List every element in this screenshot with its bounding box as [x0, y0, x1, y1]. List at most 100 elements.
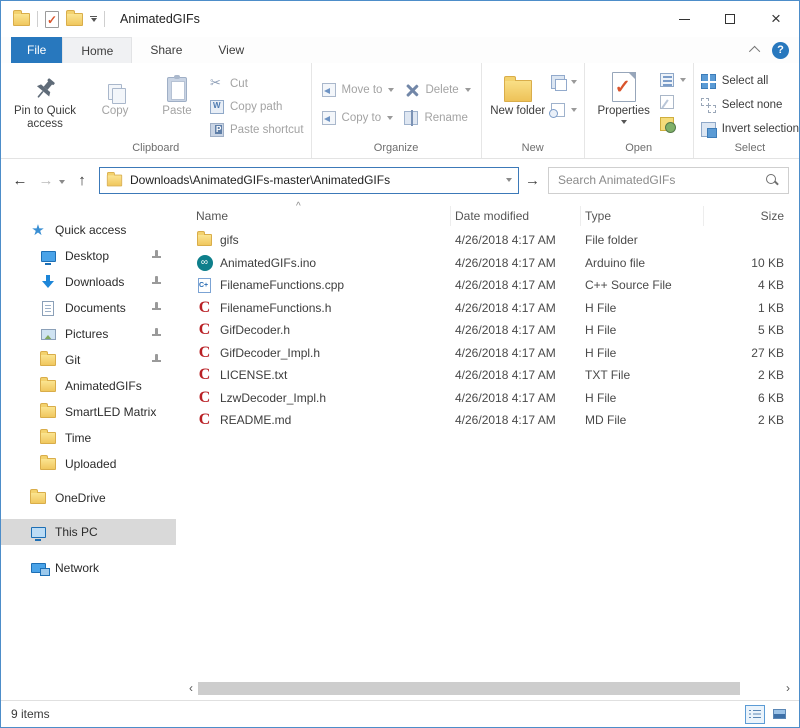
sidebar-item-animatedgifs[interactable]: AnimatedGIFs: [1, 373, 176, 399]
back-icon[interactable]: ←: [11, 172, 29, 189]
window-title: AnimatedGIFs: [120, 12, 200, 26]
delete-x-icon: [404, 83, 419, 98]
edit-icon: [660, 95, 674, 109]
file-row[interactable]: README.md 4/26/2018 4:17 AM MD File 2 KB: [176, 409, 799, 432]
paste-shortcut-button[interactable]: Paste shortcut: [210, 122, 304, 138]
column-header-name[interactable]: Name: [176, 206, 451, 226]
new-folder-label: New folder: [490, 105, 545, 118]
file-row[interactable]: GifDecoder.h 4/26/2018 4:17 AM H File 5 …: [176, 319, 799, 342]
column-header-size[interactable]: Size: [704, 206, 792, 226]
new-folder-button[interactable]: New folder: [489, 68, 547, 118]
sidebar-item-quick-access[interactable]: ★ Quick access: [1, 217, 176, 243]
cpp-file-icon: [196, 277, 213, 293]
forward-icon[interactable]: →: [37, 172, 55, 189]
chevron-down-icon: [387, 116, 393, 120]
address-dropdown-icon[interactable]: [506, 178, 512, 182]
new-item-button[interactable]: [551, 102, 577, 118]
close-button[interactable]: ×: [753, 1, 799, 37]
column-header-date-modified[interactable]: Date modified: [451, 206, 581, 226]
address-bar-row: ← → ↑ Downloads\AnimatedGIFs-master\Anim…: [1, 159, 799, 201]
tab-view[interactable]: View: [200, 37, 262, 63]
new-folder-quick-icon[interactable]: [66, 13, 83, 26]
minimize-button[interactable]: [661, 1, 707, 37]
sidebar-item-desktop[interactable]: Desktop: [1, 243, 176, 269]
sidebar-item-downloads[interactable]: Downloads: [1, 269, 176, 295]
address-box[interactable]: Downloads\AnimatedGIFs-master\AnimatedGI…: [99, 167, 519, 194]
move-to-icon: [322, 83, 336, 97]
sidebar-item-git[interactable]: Git: [1, 347, 176, 373]
tab-file[interactable]: File: [11, 37, 62, 63]
scrollbar-thumb[interactable]: [198, 682, 740, 695]
sidebar-item-pictures[interactable]: Pictures: [1, 321, 176, 347]
select-all-icon: [701, 74, 716, 89]
file-size: 2 KB: [704, 368, 792, 382]
column-header-type[interactable]: Type: [581, 206, 704, 226]
sidebar-item-smartled-matrix[interactable]: SmartLED Matrix: [1, 399, 176, 425]
network-icon: [29, 563, 47, 573]
scrollbar-track[interactable]: [198, 681, 781, 696]
file-date: 4/26/2018 4:17 AM: [451, 368, 581, 382]
tab-home[interactable]: Home: [62, 37, 132, 63]
search-icon[interactable]: [765, 173, 779, 187]
history-button[interactable]: [660, 116, 686, 132]
sidebar-item-network[interactable]: Network: [1, 555, 176, 581]
move-to-button[interactable]: Move to: [322, 82, 395, 98]
customize-toolbar-icon[interactable]: [90, 16, 97, 23]
file-row[interactable]: LzwDecoder_Impl.h 4/26/2018 4:17 AM H Fi…: [176, 387, 799, 410]
document-icon: [39, 301, 57, 316]
sidebar-item-time[interactable]: Time: [1, 425, 176, 451]
file-name: AnimatedGIFs.ino: [220, 256, 316, 270]
rename-button[interactable]: Rename: [404, 110, 470, 126]
help-icon[interactable]: ?: [772, 42, 789, 59]
star-icon: ★: [29, 223, 47, 238]
chevron-down-icon: [680, 78, 686, 82]
delete-button[interactable]: Delete: [404, 82, 470, 98]
select-none-button[interactable]: Select none: [701, 97, 799, 113]
file-row[interactable]: gifs 4/26/2018 4:17 AM File folder: [176, 229, 799, 252]
pin-to-quick-access-button[interactable]: Pin to Quick access: [8, 68, 82, 131]
file-row[interactable]: FilenameFunctions.cpp 4/26/2018 4:17 AM …: [176, 274, 799, 297]
cut-button[interactable]: Cut: [210, 76, 304, 92]
sidebar-item-onedrive[interactable]: OneDrive: [1, 485, 176, 511]
file-type: C++ Source File: [581, 278, 704, 292]
folder-icon: [107, 174, 122, 186]
easy-access-icon: [551, 75, 565, 89]
properties-button[interactable]: Properties: [592, 68, 656, 124]
file-row[interactable]: AnimatedGIFs.ino 4/26/2018 4:17 AM Ardui…: [176, 252, 799, 275]
scroll-left-icon[interactable]: ‹: [184, 681, 198, 696]
invert-selection-button[interactable]: Invert selection: [701, 121, 799, 137]
thumbnails-view-button[interactable]: [769, 705, 789, 724]
maximize-button[interactable]: [707, 1, 753, 37]
properties-quick-icon[interactable]: [45, 11, 59, 28]
chevron-down-icon: [465, 88, 471, 92]
file-name: GifDecoder.h: [220, 323, 290, 337]
sidebar-item-uploaded[interactable]: Uploaded: [1, 451, 176, 477]
recent-locations-icon[interactable]: [59, 171, 65, 189]
easy-access-button[interactable]: [551, 74, 577, 90]
file-row[interactable]: LICENSE.txt 4/26/2018 4:17 AM TXT File 2…: [176, 364, 799, 387]
quick-access-toolbar: AnimatedGIFs: [1, 11, 200, 28]
edit-button[interactable]: [660, 94, 686, 110]
go-to-icon[interactable]: →: [525, 172, 540, 189]
file-date: 4/26/2018 4:17 AM: [451, 301, 581, 315]
sidebar-item-documents[interactable]: Documents: [1, 295, 176, 321]
copy-path-button[interactable]: Copy path: [210, 99, 304, 115]
folder-icon: [39, 432, 57, 444]
copy-to-button[interactable]: Copy to: [322, 110, 395, 126]
tab-share[interactable]: Share: [132, 37, 200, 63]
copy-button[interactable]: Copy: [86, 68, 144, 118]
horizontal-scrollbar[interactable]: ‹ ›: [184, 681, 795, 696]
up-icon[interactable]: ↑: [73, 172, 91, 189]
address-path[interactable]: Downloads\AnimatedGIFs-master\AnimatedGI…: [130, 173, 499, 187]
details-view-button[interactable]: [745, 705, 765, 724]
file-row[interactable]: FilenameFunctions.h 4/26/2018 4:17 AM H …: [176, 297, 799, 320]
collapse-ribbon-icon[interactable]: [749, 46, 760, 57]
paste-button[interactable]: Paste: [148, 68, 206, 118]
scroll-right-icon[interactable]: ›: [781, 681, 795, 696]
search-box[interactable]: Search AnimatedGIFs: [548, 167, 789, 194]
sidebar-item-this-pc[interactable]: This PC: [1, 519, 176, 545]
select-all-button[interactable]: Select all: [701, 73, 799, 89]
file-row[interactable]: GifDecoder_Impl.h 4/26/2018 4:17 AM H Fi…: [176, 342, 799, 365]
copy-label: Copy: [102, 105, 129, 118]
open-button[interactable]: [660, 72, 686, 88]
